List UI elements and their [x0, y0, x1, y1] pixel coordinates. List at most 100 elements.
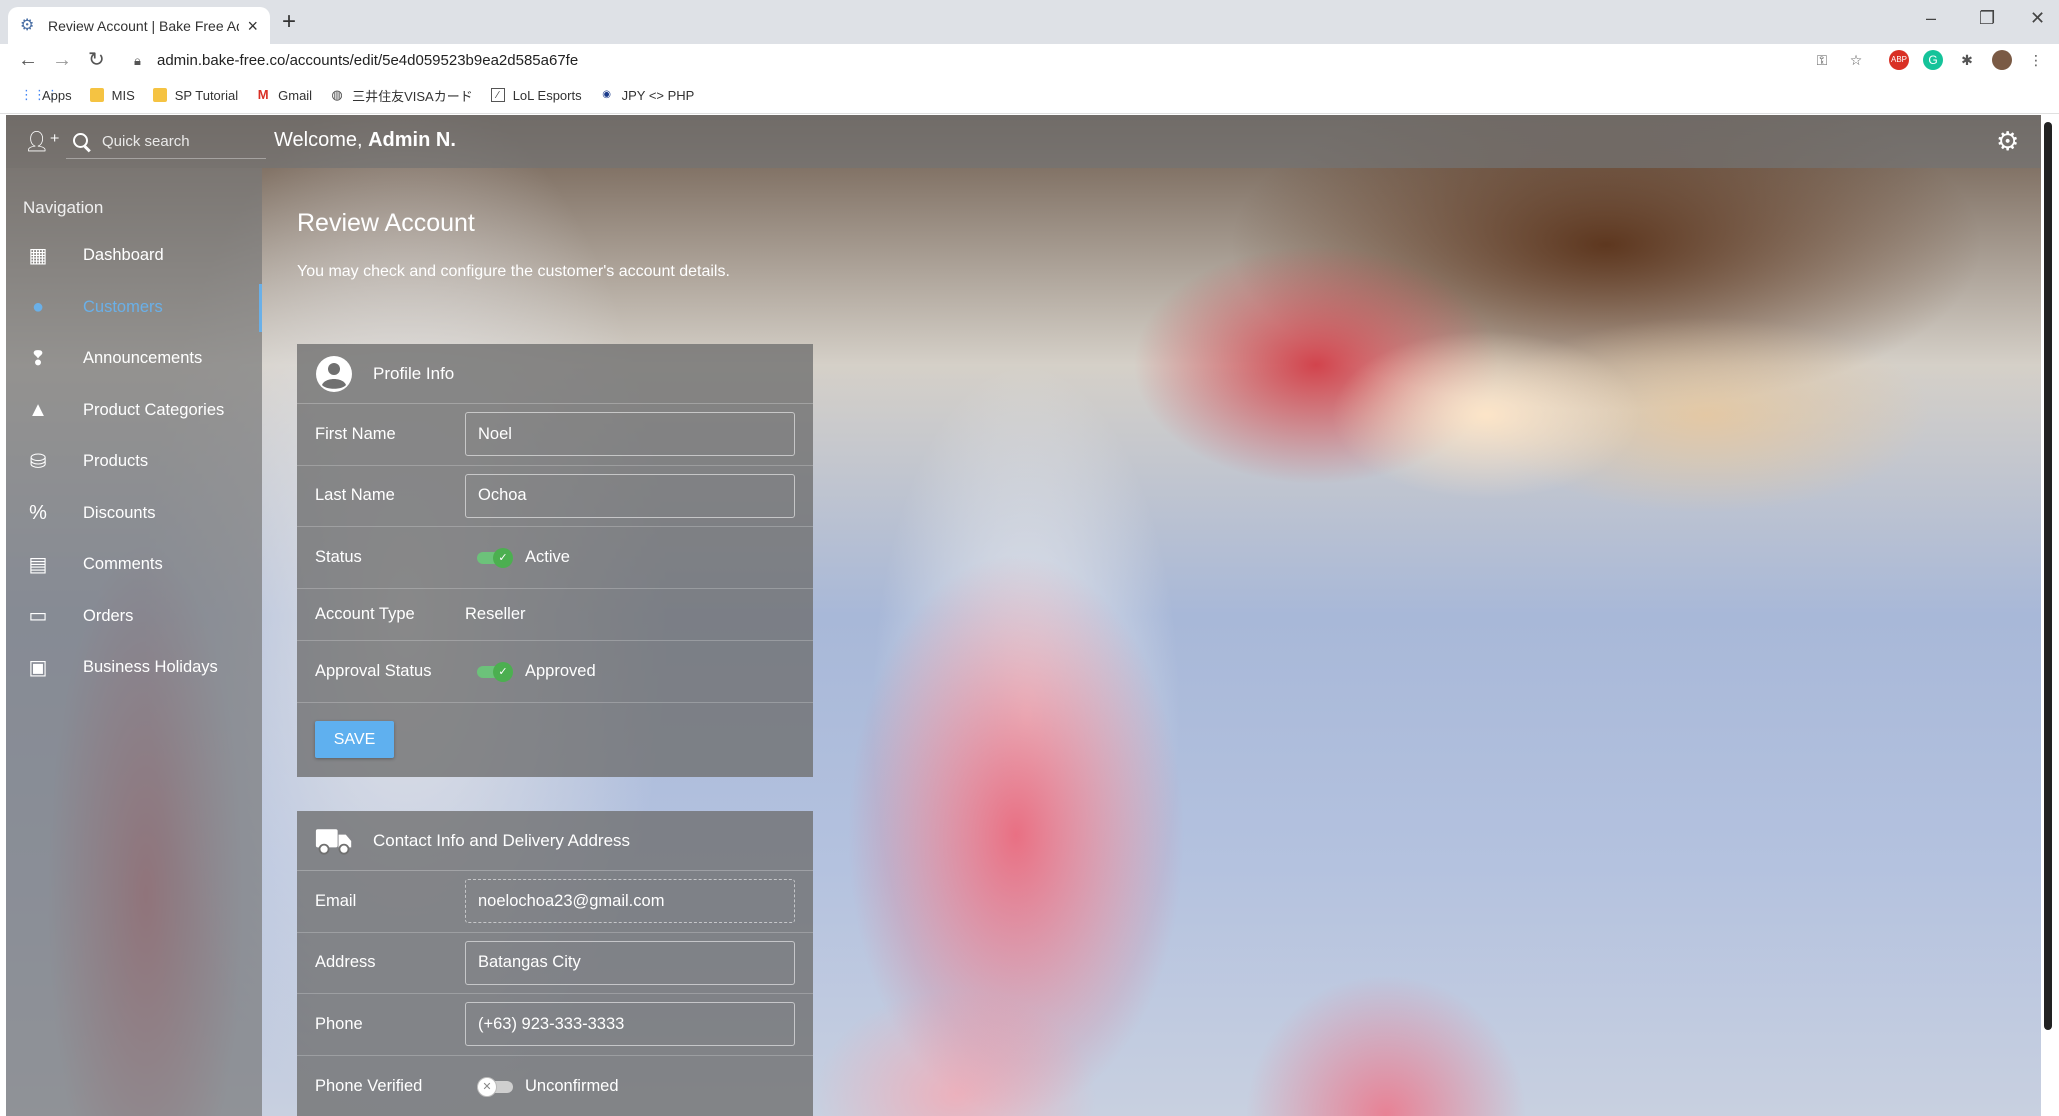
reload-icon[interactable]: ↻: [88, 48, 105, 72]
sidebar-item-comments[interactable]: ▤ Comments: [6, 539, 262, 591]
approval-toggle[interactable]: ✓: [477, 662, 513, 682]
profile-avatar[interactable]: [1992, 50, 2012, 70]
page-scrollbar[interactable]: [2044, 122, 2052, 1030]
save-row: SAVE: [297, 703, 813, 777]
sidebar-item-dashboard[interactable]: ▦ Dashboard: [6, 230, 262, 282]
grammarly-icon[interactable]: G: [1923, 50, 1943, 70]
admin-name: Admin N.: [368, 129, 456, 151]
adblock-icon[interactable]: ABP: [1889, 50, 1909, 70]
profile-info-card: Profile Info First Name Noel Last Name O…: [297, 344, 813, 777]
status-row: Status ✓ Active: [297, 527, 813, 589]
quick-search-input[interactable]: [102, 133, 252, 150]
bookmark-sp-tutorial[interactable]: SP Tutorial: [152, 88, 238, 103]
browser-tab-bar: ⚙ Review Account | Bake Free Admin × + –…: [0, 0, 2059, 44]
sidebar-item-announcements[interactable]: ❢ Announcements: [6, 333, 262, 385]
account-type-label: Account Type: [315, 604, 415, 623]
bookmark-apps[interactable]: ⋮⋮⋮ Apps: [20, 88, 72, 103]
bookmark-mis[interactable]: MIS: [89, 88, 135, 103]
new-tab-button[interactable]: +: [282, 10, 296, 34]
bookmark-visa[interactable]: ◍ 三井住友VISAカード: [330, 86, 472, 105]
add-user-icon[interactable]: 👤︎⁺: [24, 131, 60, 153]
check-icon: ✓: [493, 548, 513, 569]
x-icon: ✕: [477, 1077, 497, 1098]
close-window-icon[interactable]: ✕: [2030, 8, 2045, 28]
phone-verified-toggle[interactable]: ✕: [477, 1077, 513, 1098]
sidebar-item-product-categories[interactable]: ▲ Product Categories: [6, 385, 262, 437]
nav-list: ▦ Dashboard ● Customers ❢ Announcements …: [6, 230, 262, 694]
sidebar-item-customers[interactable]: ● Customers: [6, 282, 262, 334]
last-name-field[interactable]: Ochoa: [465, 473, 795, 518]
email-row: Email noelochoa23@gmail.com: [297, 871, 813, 933]
address-label: Address: [315, 953, 376, 972]
nav-heading: Navigation: [23, 198, 104, 217]
browser-toolbar: ← → ↻ 🔒︎ admin.bake-free.co/accounts/edi…: [0, 44, 2059, 77]
globe-icon: ◍: [331, 87, 343, 102]
first-name-label: First Name: [315, 424, 396, 443]
account-circle-icon: [315, 355, 353, 393]
folder-icon: [89, 88, 104, 102]
sidebar-item-business-holidays[interactable]: ▣ Business Holidays: [6, 642, 262, 694]
tab-title: Review Account | Bake Free Admin: [48, 17, 239, 34]
save-button[interactable]: SAVE: [315, 721, 394, 758]
address-field[interactable]: Batangas City: [465, 940, 795, 985]
apps-grid-icon: ⋮⋮⋮: [20, 87, 59, 102]
folder-icon: [152, 88, 167, 102]
bookmark-gmail[interactable]: M Gmail: [256, 88, 312, 103]
store-icon: ▭: [28, 605, 48, 628]
menu-dots-icon[interactable]: ⋮: [2026, 50, 2046, 70]
sidebar-item-products[interactable]: ⛁ Products: [6, 436, 262, 488]
phone-verified-row: Phone Verified ✕ Unconfirmed: [297, 1056, 813, 1116]
profile-card-title: Profile Info: [373, 363, 455, 383]
dashboard-icon: ▦: [28, 244, 48, 267]
welcome-message: Welcome, Admin N.: [274, 129, 456, 151]
calendar-icon: ▣: [28, 656, 48, 679]
lol-icon: ∕: [490, 88, 505, 102]
sidebar-item-discounts[interactable]: % Discounts: [6, 488, 262, 540]
phone-verified-value: Unconfirmed: [525, 1076, 619, 1095]
key-icon[interactable]: ⚿: [1812, 50, 1832, 70]
minimize-icon[interactable]: –: [1926, 8, 1936, 28]
last-name-row: Last Name Ochoa: [297, 466, 813, 527]
page-title: Review Account: [297, 209, 475, 237]
check-icon: ✓: [493, 662, 513, 682]
extensions-puzzle-icon[interactable]: ✱: [1957, 50, 1977, 70]
address-row: Address Batangas City: [297, 933, 813, 994]
bookmark-jpy-php[interactable]: ◉ JPY <> PHP: [600, 88, 694, 103]
shapes-icon: ▲: [28, 399, 48, 422]
account-type-row: Account Type Reseller: [297, 589, 813, 641]
content-header: Review Account You may check and configu…: [297, 209, 730, 281]
status-label: Status: [315, 547, 362, 566]
status-toggle[interactable]: ✓: [477, 548, 513, 569]
sidebar: Navigation ▦ Dashboard ● Customers ❢ Ann…: [6, 168, 262, 1116]
account-circle-icon: ●: [31, 296, 45, 319]
cake-icon: ⛁: [29, 450, 47, 473]
first-name-field[interactable]: Noel: [465, 412, 795, 457]
gmail-icon: M: [257, 87, 269, 102]
forward-icon[interactable]: →: [52, 48, 72, 72]
page-viewport: 👤︎⁺ Welcome, Admin N. ⚙ Navigation ▦ Das…: [6, 115, 2041, 1116]
sidebar-item-orders[interactable]: ▭ Orders: [6, 591, 262, 643]
contact-card-title: Contact Info and Delivery Address: [373, 830, 631, 850]
bookmark-lol-esports[interactable]: ∕ LoL Esports: [490, 88, 582, 103]
comment-icon: ▤: [28, 553, 48, 576]
phone-label: Phone: [315, 1014, 363, 1033]
quick-search[interactable]: [66, 125, 266, 159]
lock-icon[interactable]: 🔒︎: [134, 53, 141, 69]
profile-card-header: Profile Info: [297, 344, 813, 404]
address-bar[interactable]: admin.bake-free.co/accounts/edit/5e4d059…: [157, 52, 578, 69]
gear-icon[interactable]: ⚙: [1996, 128, 2019, 154]
back-icon[interactable]: ←: [18, 48, 38, 72]
search-icon: [72, 132, 92, 152]
email-field[interactable]: noelochoa23@gmail.com: [465, 879, 795, 924]
account-type-value: Reseller: [465, 604, 526, 623]
phone-field[interactable]: (+63) 923-333-3333: [465, 1002, 795, 1047]
approval-status-label: Approval Status: [315, 661, 432, 680]
approval-status-row: Approval Status ✓ Approved: [297, 641, 813, 703]
admin-top-bar: 👤︎⁺ Welcome, Admin N. ⚙: [6, 115, 2041, 168]
browser-tab[interactable]: ⚙ Review Account | Bake Free Admin ×: [8, 7, 270, 44]
restore-icon[interactable]: ❐: [1979, 8, 1995, 28]
star-icon[interactable]: ☆: [1846, 50, 1866, 70]
first-name-row: First Name Noel: [297, 404, 813, 466]
phone-row: Phone (+63) 923-333-3333: [297, 994, 813, 1056]
tab-close-icon[interactable]: ×: [247, 17, 258, 35]
